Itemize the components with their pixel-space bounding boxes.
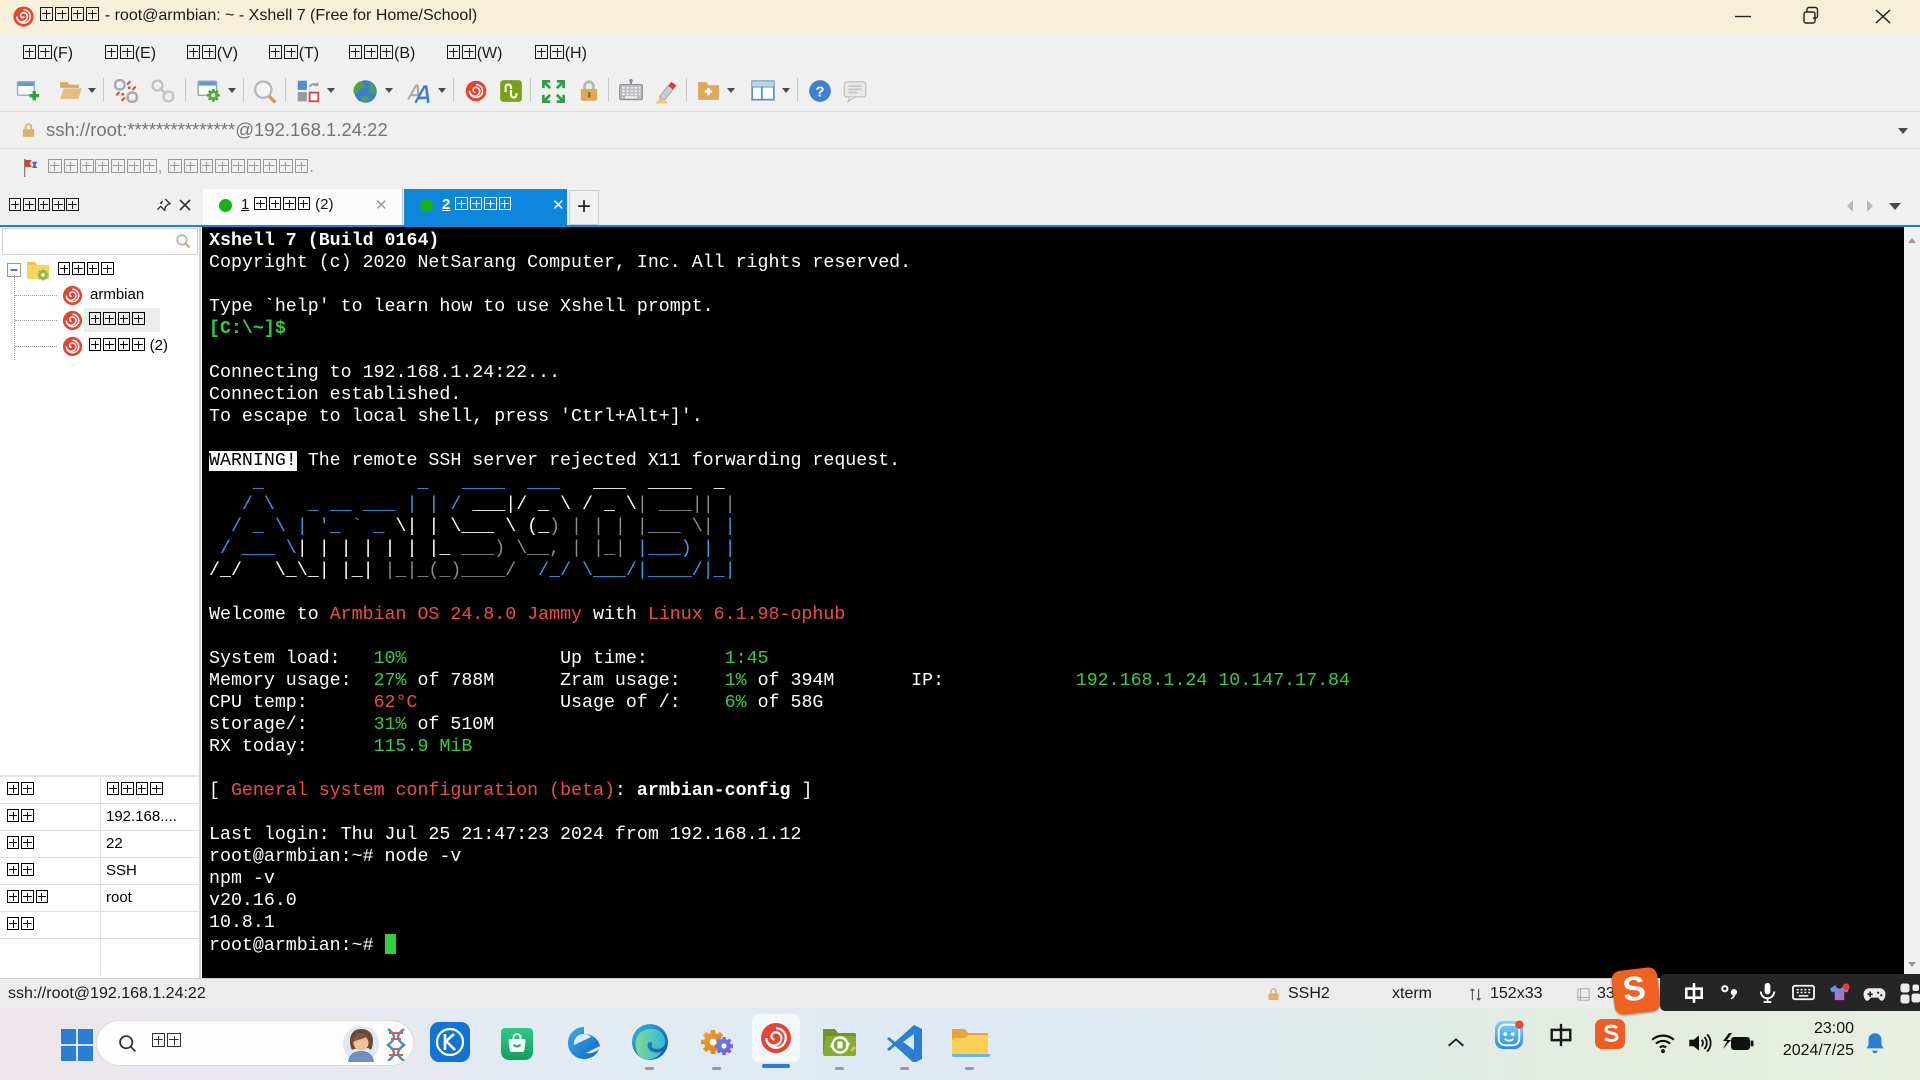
svg-text:?: ? <box>815 83 824 100</box>
